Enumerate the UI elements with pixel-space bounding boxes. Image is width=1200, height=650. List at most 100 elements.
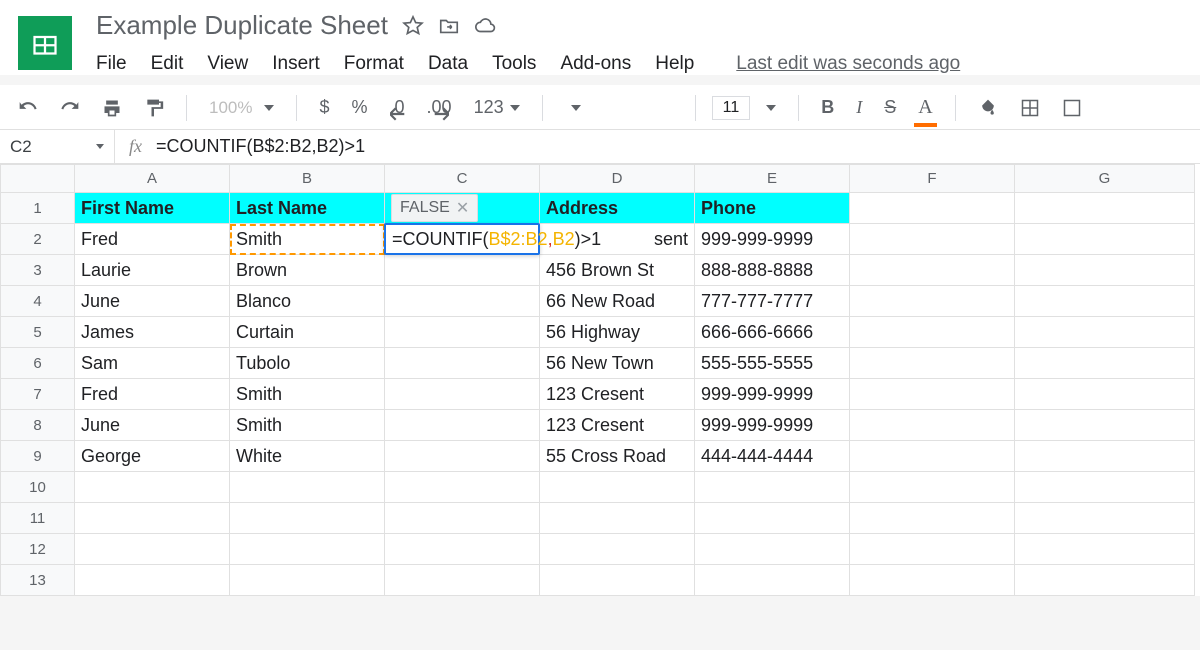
cell-F10[interactable] xyxy=(850,472,1015,503)
col-header-D[interactable]: D xyxy=(540,165,695,193)
cell-E8[interactable]: 999-999-9999 xyxy=(695,410,850,441)
cell-A10[interactable] xyxy=(75,472,230,503)
cell-A13[interactable] xyxy=(75,565,230,596)
cell-G6[interactable] xyxy=(1015,348,1195,379)
cell-D4[interactable]: 66 New Road xyxy=(540,286,695,317)
cell-F13[interactable] xyxy=(850,565,1015,596)
cell-A12[interactable] xyxy=(75,534,230,565)
name-box[interactable]: C2 xyxy=(0,130,115,163)
col-header-A[interactable]: A xyxy=(75,165,230,193)
row-header-5[interactable]: 5 xyxy=(1,317,75,348)
cell-E10[interactable] xyxy=(695,472,850,503)
cell-B5[interactable]: Curtain xyxy=(230,317,385,348)
menu-insert[interactable]: Insert xyxy=(272,53,320,75)
decrease-decimal-button[interactable]: .0 xyxy=(384,93,411,122)
cell-C13[interactable] xyxy=(385,565,540,596)
cell-F11[interactable] xyxy=(850,503,1015,534)
col-header-G[interactable]: G xyxy=(1015,165,1195,193)
col-header-F[interactable]: F xyxy=(850,165,1015,193)
merge-cells-icon[interactable] xyxy=(1056,94,1088,122)
font-family-dropdown[interactable] xyxy=(559,101,679,115)
paint-format-icon[interactable] xyxy=(138,94,170,122)
col-header-C[interactable]: C xyxy=(385,165,540,193)
cell-A2[interactable]: Fred xyxy=(75,224,230,255)
cell-A5[interactable]: James xyxy=(75,317,230,348)
cell-F5[interactable] xyxy=(850,317,1015,348)
cell-E9[interactable]: 444-444-4444 xyxy=(695,441,850,472)
cell-B11[interactable] xyxy=(230,503,385,534)
cell-C12[interactable] xyxy=(385,534,540,565)
cell-G9[interactable] xyxy=(1015,441,1195,472)
row-header-7[interactable]: 7 xyxy=(1,379,75,410)
cell-B3[interactable]: Brown xyxy=(230,255,385,286)
cell-B12[interactable] xyxy=(230,534,385,565)
cell-E11[interactable] xyxy=(695,503,850,534)
menu-file[interactable]: File xyxy=(96,53,127,75)
cell-D9[interactable]: 55 Cross Road xyxy=(540,441,695,472)
cell-C3[interactable] xyxy=(385,255,540,286)
cell-C7[interactable] xyxy=(385,379,540,410)
row-header-3[interactable]: 3 xyxy=(1,255,75,286)
cell-C9[interactable] xyxy=(385,441,540,472)
bold-button[interactable]: B xyxy=(815,93,840,122)
cell-D6[interactable]: 56 New Town xyxy=(540,348,695,379)
cell-C11[interactable] xyxy=(385,503,540,534)
cell-F6[interactable] xyxy=(850,348,1015,379)
cell-E12[interactable] xyxy=(695,534,850,565)
cell-A1[interactable]: First Name xyxy=(75,193,230,224)
format-currency-button[interactable]: $ xyxy=(313,93,335,122)
row-header-9[interactable]: 9 xyxy=(1,441,75,472)
col-header-E[interactable]: E xyxy=(695,165,850,193)
undo-icon[interactable] xyxy=(12,94,44,122)
row-header-6[interactable]: 6 xyxy=(1,348,75,379)
cell-B7[interactable]: Smith xyxy=(230,379,385,410)
borders-icon[interactable] xyxy=(1014,94,1046,122)
cell-D11[interactable] xyxy=(540,503,695,534)
cell-G7[interactable] xyxy=(1015,379,1195,410)
row-header-2[interactable]: 2 xyxy=(1,224,75,255)
row-header-12[interactable]: 12 xyxy=(1,534,75,565)
cell-D5[interactable]: 56 Highway xyxy=(540,317,695,348)
font-size-dropdown[interactable] xyxy=(760,101,782,115)
cell-D3[interactable]: 456 Brown St xyxy=(540,255,695,286)
redo-icon[interactable] xyxy=(54,94,86,122)
cell-B1[interactable]: Last Name xyxy=(230,193,385,224)
cell-D13[interactable] xyxy=(540,565,695,596)
cell-A4[interactable]: June xyxy=(75,286,230,317)
cell-B13[interactable] xyxy=(230,565,385,596)
cell-C10[interactable] xyxy=(385,472,540,503)
cell-E1[interactable]: Phone xyxy=(695,193,850,224)
menu-format[interactable]: Format xyxy=(344,53,404,75)
cell-C4[interactable] xyxy=(385,286,540,317)
star-icon[interactable] xyxy=(402,15,424,37)
cell-G4[interactable] xyxy=(1015,286,1195,317)
font-size-input[interactable]: 11 xyxy=(712,96,751,120)
strikethrough-button[interactable]: S xyxy=(878,93,902,122)
cell-A11[interactable] xyxy=(75,503,230,534)
increase-decimal-button[interactable]: .00 xyxy=(421,93,458,122)
cell-F7[interactable] xyxy=(850,379,1015,410)
text-color-button[interactable]: A xyxy=(912,92,938,123)
cell-G1[interactable] xyxy=(1015,193,1195,224)
cell-A3[interactable]: Laurie xyxy=(75,255,230,286)
cell-G5[interactable] xyxy=(1015,317,1195,348)
cell-F12[interactable] xyxy=(850,534,1015,565)
fill-color-icon[interactable] xyxy=(972,94,1004,122)
print-icon[interactable] xyxy=(96,94,128,122)
formula-bar-input[interactable]: =COUNTIF(B$2:B2,B2)>1 xyxy=(156,136,1200,157)
cell-G12[interactable] xyxy=(1015,534,1195,565)
menu-help[interactable]: Help xyxy=(655,53,694,75)
cell-B6[interactable]: Tubolo xyxy=(230,348,385,379)
cell-C2[interactable]: FALSE ✕ =COUNTIF(B$2:B2,B2)>1 xyxy=(385,224,540,255)
row-header-13[interactable]: 13 xyxy=(1,565,75,596)
cloud-status-icon[interactable] xyxy=(474,15,496,37)
close-icon[interactable]: ✕ xyxy=(456,198,469,218)
cell-B2[interactable]: Smith xyxy=(230,224,385,255)
cell-D7[interactable]: 123 Cresent xyxy=(540,379,695,410)
cell-G13[interactable] xyxy=(1015,565,1195,596)
cell-B9[interactable]: White xyxy=(230,441,385,472)
cell-B10[interactable] xyxy=(230,472,385,503)
row-header-4[interactable]: 4 xyxy=(1,286,75,317)
cell-D1[interactable]: Address xyxy=(540,193,695,224)
cell-F1[interactable] xyxy=(850,193,1015,224)
